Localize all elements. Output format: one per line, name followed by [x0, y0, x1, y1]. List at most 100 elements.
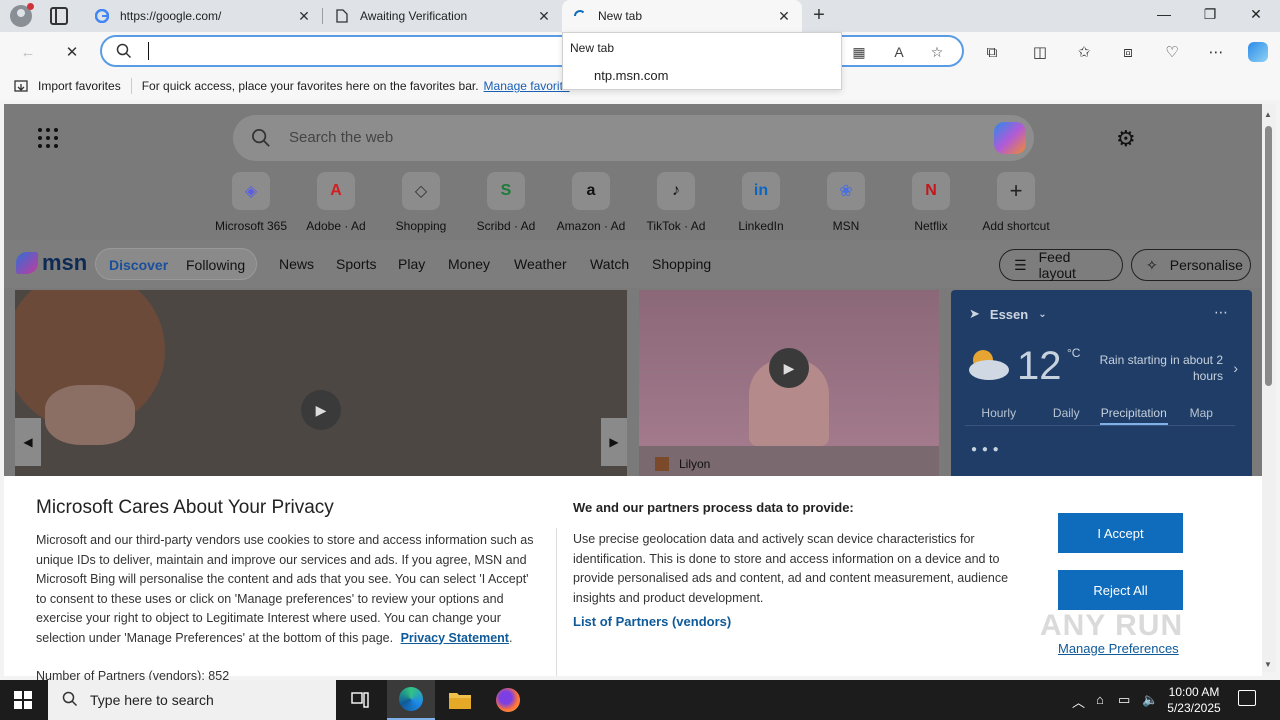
scroll-up-arrow-icon[interactable]: ▲	[1264, 110, 1272, 119]
profile-avatar-icon[interactable]	[10, 3, 34, 27]
favorites-icon[interactable]: ✩	[1072, 40, 1096, 64]
firefox-icon[interactable]	[484, 680, 532, 720]
shortcut-label: Microsoft 365	[214, 219, 288, 233]
manage-favorites-link[interactable]: Manage favorite	[484, 79, 570, 93]
nav-news[interactable]: News	[279, 256, 314, 272]
shortcut-tiktok[interactable]: ♪ TikTok · Ad	[633, 172, 719, 233]
apps-grid-icon[interactable]: ▦	[850, 43, 868, 61]
msn-logo-text: msn	[42, 250, 88, 275]
nav-shopping[interactable]: Shopping	[652, 256, 711, 272]
shortcut-adobe[interactable]: A Adobe · Ad	[293, 172, 379, 233]
chevron-right-icon[interactable]: ›	[1233, 360, 1238, 376]
privacy-statement-link[interactable]: Privacy Statement	[401, 631, 509, 645]
tab-new-tab[interactable]: New tab ✕	[562, 0, 802, 32]
more-options-icon[interactable]: ⋯	[1204, 40, 1228, 64]
weather-tab-hourly[interactable]: Hourly	[965, 400, 1033, 425]
scroll-down-arrow-icon[interactable]: ▼	[1264, 660, 1272, 669]
tab-actions-icon[interactable]	[50, 7, 68, 25]
import-favorites-label: Import favorites	[38, 79, 121, 93]
collections-icon[interactable]: ⧈	[1116, 40, 1140, 64]
shortcut-shopping[interactable]: ◇ Shopping	[378, 172, 464, 233]
manage-preferences-link[interactable]: Manage Preferences	[1058, 641, 1179, 656]
tab-strip: https://google.com/ ✕ Awaiting Verificat…	[0, 0, 1280, 32]
consent-body: Microsoft and our third-party vendors us…	[36, 533, 534, 645]
new-tab-button[interactable]: +	[808, 5, 830, 27]
favorites-hint: For quick access, place your favorites h…	[141, 79, 479, 93]
shortcut-msn[interactable]: ❀ MSN	[803, 172, 889, 233]
shortcut-scribd[interactable]: S Scribd · Ad	[463, 172, 549, 233]
carousel-prev-button[interactable]: ◀	[15, 418, 41, 466]
shortcut-add[interactable]: + Add shortcut	[973, 172, 1059, 233]
stop-loading-icon[interactable]: ✕	[60, 40, 84, 64]
system-clock[interactable]: 10:00 AM 5/23/2025	[1166, 684, 1222, 716]
tab-awaiting-verification[interactable]: Awaiting Verification ✕	[324, 0, 562, 32]
weather-tab-precipitation[interactable]: Precipitation	[1100, 400, 1168, 425]
extensions-icon[interactable]: ⧉	[980, 40, 1004, 64]
shortcut-netflix[interactable]: N Netflix	[888, 172, 974, 233]
show-hidden-icons-icon[interactable]: ︿	[1072, 692, 1085, 711]
reject-all-button[interactable]: Reject All	[1058, 570, 1183, 610]
weather-card[interactable]: ➤ Essen ⌄ ⋯ 12 °C Rain starting in about…	[951, 290, 1252, 480]
task-view-icon[interactable]	[336, 680, 384, 720]
tab-google[interactable]: https://google.com/ ✕	[84, 0, 322, 32]
browser-essentials-icon[interactable]: ♡	[1160, 40, 1184, 64]
more-icon[interactable]: ⋯	[1214, 304, 1228, 321]
edge-taskbar-icon[interactable]	[387, 680, 435, 720]
web-search-box[interactable]: Search the web	[233, 115, 1034, 161]
read-aloud-icon[interactable]: A	[890, 43, 908, 61]
video-card[interactable]: ▶ Lilyon	[639, 290, 939, 480]
windows-start-icon[interactable]	[14, 691, 32, 709]
nav-money[interactable]: Money	[448, 256, 490, 272]
notifications-icon[interactable]	[1238, 690, 1256, 706]
feed-layout-button[interactable]: ☰ Feed layout	[999, 249, 1123, 281]
nav-play[interactable]: Play	[398, 256, 425, 272]
nav-sports[interactable]: Sports	[336, 256, 376, 272]
shortcut-amazon[interactable]: a Amazon · Ad	[548, 172, 634, 233]
device-icon[interactable]: ⌂	[1096, 692, 1104, 707]
favorite-star-icon[interactable]: ☆	[928, 43, 946, 61]
accept-button[interactable]: I Accept	[1058, 513, 1183, 553]
tab-following[interactable]: Following	[186, 257, 245, 273]
nav-weather[interactable]: Weather	[514, 256, 567, 272]
hover-card-url: ntp.msn.com	[594, 68, 669, 83]
carousel-next-button[interactable]: ▶	[601, 418, 627, 466]
shopping-tag-icon: ◇	[402, 172, 440, 210]
volume-icon[interactable]: 🔈	[1142, 692, 1158, 708]
weather-tab-daily[interactable]: Daily	[1033, 400, 1101, 425]
weather-tab-map[interactable]: Map	[1168, 400, 1236, 425]
settings-gear-icon[interactable]: ⚙	[1116, 126, 1136, 152]
hero-video-card[interactable]: ◀ ▶ ▶	[15, 290, 627, 480]
google-favicon-icon	[94, 8, 110, 24]
microsoft-365-icon: ◈	[232, 172, 270, 210]
shortcut-label: Shopping	[395, 219, 447, 233]
copilot-icon[interactable]	[1246, 40, 1270, 64]
play-icon[interactable]: ▶	[301, 390, 341, 430]
anyrun-watermark: ANY RUN	[1040, 609, 1184, 642]
weather-location[interactable]: ➤ Essen ⌄	[969, 306, 1047, 322]
shortcut-linkedin[interactable]: in LinkedIn	[718, 172, 804, 233]
restore-button[interactable]: ❐	[1200, 6, 1220, 26]
play-icon[interactable]: ▶	[769, 348, 809, 388]
shortcut-microsoft-365[interactable]: ◈ Microsoft 365	[208, 172, 294, 233]
nav-watch[interactable]: Watch	[590, 256, 629, 272]
network-icon[interactable]: ▭	[1118, 692, 1130, 708]
minimize-button[interactable]: —	[1154, 6, 1174, 26]
import-favorites-button[interactable]: Import favorites	[14, 79, 121, 93]
list-of-partners-link[interactable]: List of Partners (vendors)	[573, 614, 731, 629]
file-explorer-icon[interactable]	[436, 680, 484, 720]
personalise-button[interactable]: ✧ Personalise	[1131, 249, 1251, 281]
taskbar-search-box[interactable]: Type here to search	[48, 680, 336, 720]
scrollbar-thumb[interactable]	[1265, 126, 1272, 386]
app-launcher-icon[interactable]	[38, 128, 58, 148]
tab-discover[interactable]: Discover	[109, 257, 168, 273]
copilot-icon[interactable]	[994, 122, 1026, 154]
msn-logo[interactable]: msn	[16, 250, 87, 276]
split-screen-icon[interactable]: ◫	[1028, 40, 1052, 64]
address-input[interactable]	[148, 42, 548, 60]
tab-close-icon[interactable]: ✕	[296, 8, 312, 25]
tab-close-icon[interactable]: ✕	[776, 8, 792, 25]
page-scrollbar[interactable]: ▲ ▼	[1262, 104, 1276, 672]
close-window-button[interactable]: ✕	[1246, 6, 1266, 26]
tab-close-icon[interactable]: ✕	[536, 8, 552, 25]
back-arrow-icon[interactable]: ←	[16, 40, 40, 64]
